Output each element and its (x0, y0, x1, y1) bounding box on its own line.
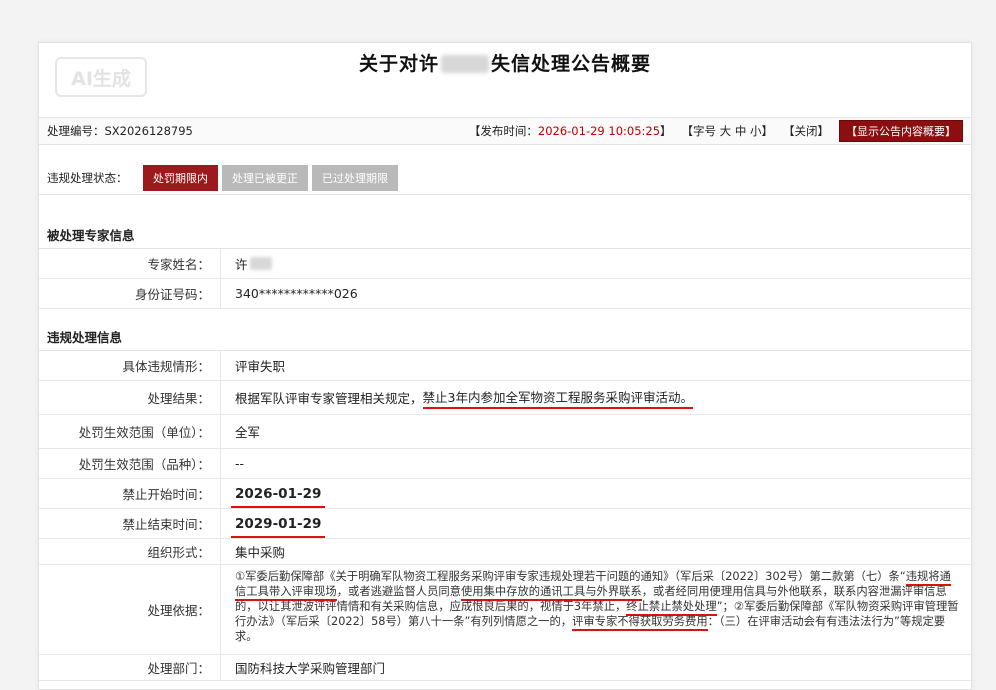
redacted-name-blur (249, 257, 272, 270)
font-size-control[interactable]: 【字号 大 中 小】 (682, 123, 773, 139)
dept-label: 处理部门： (39, 655, 221, 680)
show-summary-button[interactable]: 【显示公告内容概要】 (839, 120, 963, 142)
status-tab-corrected[interactable]: 处理已被更正 (222, 164, 308, 191)
situation-label: 具体违规情形： (39, 351, 221, 380)
status-bar: 违规处理状态： 处罚期限内 处理已被更正 已过处理期限 (39, 161, 971, 195)
expert-id-value: 340************026 (235, 286, 358, 301)
result-label: 处理结果： (39, 381, 221, 414)
code-value: SX2026128795 (104, 124, 193, 138)
scope-item-label: 处罚生效范围（品种）： (39, 449, 221, 478)
notice-page: AI生成 关于对许 失信处理公告概要 处理编号： SX2026128795 【发布… (38, 42, 972, 690)
situation-value: 评审失职 (235, 359, 286, 374)
code-label: 处理编号： (47, 124, 105, 138)
start-date-row: 禁止开始时间： 2026-01-29 (39, 479, 971, 509)
title-suffix: 失信处理公告概要 (491, 53, 652, 75)
scope-item-row: 处罚生效范围（品种）： -- (39, 449, 971, 479)
expert-id-label: 身份证号码： (39, 279, 221, 308)
result-highlight: 禁止3年内参加全军物资工程服务采购评审活动。 (422, 387, 693, 409)
status-tab-expired[interactable]: 已过处理期限 (312, 164, 398, 191)
meta-bar: 处理编号： SX2026128795 【发布时间：2026-01-29 10:0… (39, 117, 971, 145)
page-title: 关于对许 失信处理公告概要 (39, 49, 971, 76)
basis-text: ①军委后勤保障部《关于明确军队物资工程服务采购评审专家违规处理若干问题的通知》（… (235, 570, 959, 643)
violation-section-heading: 违规处理信息 (39, 323, 971, 351)
expert-name-label: 专家姓名： (39, 249, 221, 278)
scope-unit-row: 处罚生效范围（单位）： 全军 (39, 415, 971, 449)
start-date-label: 禁止开始时间： (39, 479, 221, 508)
result-value: 根据军队评审专家管理相关规定， 禁止3年内参加全军物资工程服务采购评审活动。 (221, 381, 971, 414)
start-date-value: 2026-01-29 (230, 485, 326, 508)
dept-value: 国防科技大学采购管理部门 (235, 661, 386, 676)
expert-section-heading: 被处理专家信息 (39, 221, 971, 249)
scope-item-value: -- (235, 456, 245, 471)
basis-label: 处理依据： (39, 565, 221, 654)
title-prefix: 关于对许 (358, 53, 439, 75)
scope-unit-label: 处罚生效范围（单位）： (39, 415, 221, 448)
end-date-value: 2029-01-29 (230, 515, 326, 538)
end-date-label: 禁止结束时间： (39, 509, 221, 538)
status-label: 违规处理状态： (47, 170, 128, 185)
expert-name-value: 许 (221, 249, 971, 278)
scope-unit-value: 全军 (235, 425, 261, 440)
end-date-row: 禁止结束时间： 2029-01-29 (39, 509, 971, 539)
form-value: 集中采购 (235, 545, 286, 560)
form-row: 组织形式： 集中采购 (39, 539, 971, 565)
publish-time: 【发布时间：2026-01-29 10:05:25】 (468, 124, 672, 138)
dept-row: 处理部门： 国防科技大学采购管理部门 (39, 655, 971, 681)
status-tab-in-period[interactable]: 处罚期限内 (143, 164, 218, 191)
redacted-name-blur (441, 55, 489, 73)
form-label: 组织形式： (39, 539, 221, 564)
close-link[interactable]: 【关闭】 (783, 123, 829, 139)
expert-name-row: 专家姓名： 许 (39, 249, 971, 279)
basis-row: 处理依据： ①军委后勤保障部《关于明确军队物资工程服务采购评审专家违规处理若干问… (39, 565, 971, 655)
expert-id-row: 身份证号码： 340************026 (39, 279, 971, 309)
situation-row: 具体违规情形： 评审失职 (39, 351, 971, 381)
result-row: 处理结果： 根据军队评审专家管理相关规定， 禁止3年内参加全军物资工程服务采购评审… (39, 381, 971, 415)
